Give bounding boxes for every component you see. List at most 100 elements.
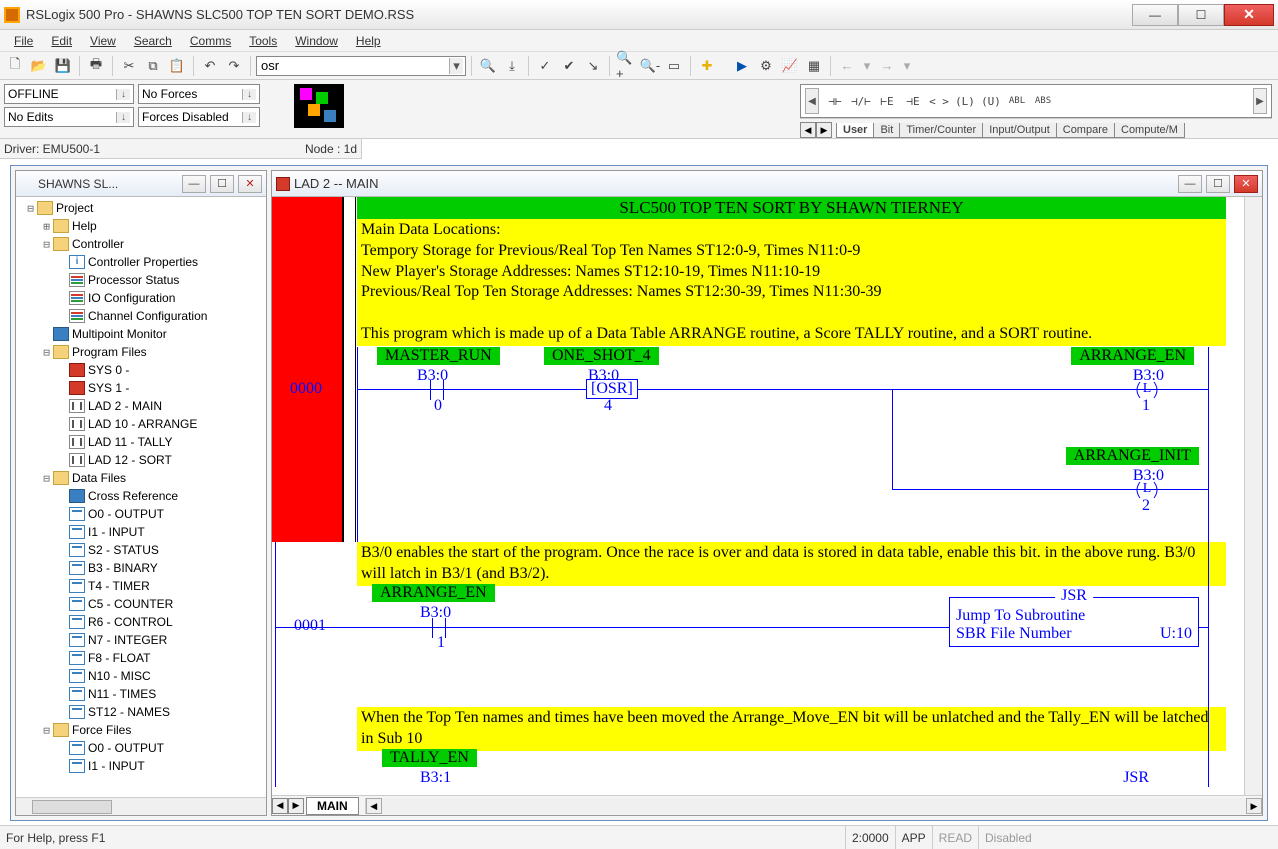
menu-file[interactable]: File xyxy=(6,32,41,50)
back-menu-button[interactable]: ▾ xyxy=(860,55,874,77)
tree-node[interactable]: ⊟Controller xyxy=(18,235,264,253)
search-combo[interactable]: osr ▾ xyxy=(256,56,466,76)
tree-node[interactable]: N7 - INTEGER xyxy=(18,631,264,649)
print-button[interactable]: 🖶 xyxy=(85,55,107,77)
palette-item-abs[interactable]: ABS xyxy=(1033,96,1053,106)
verify-file-button[interactable]: ✔ xyxy=(558,55,580,77)
forward-button[interactable]: → xyxy=(876,55,898,77)
tree-node[interactable]: N10 - MISC xyxy=(18,667,264,685)
tree-node[interactable]: Cross Reference xyxy=(18,487,264,505)
tree-node[interactable]: LAD 11 - TALLY xyxy=(18,433,264,451)
tree-twisty[interactable]: ⊟ xyxy=(40,346,53,359)
palette-tab-next[interactable]: ▶ xyxy=(816,122,832,138)
add-button[interactable]: ✚ xyxy=(696,55,718,77)
ladder-close-button[interactable]: ✕ xyxy=(1234,175,1258,193)
ladder-canvas[interactable]: 0000 SLC500 TOP TEN SORT BY SHAWN TIERNE… xyxy=(272,197,1244,795)
find-button[interactable]: 🔍 xyxy=(477,55,499,77)
undo-button[interactable]: ↶ xyxy=(199,55,221,77)
tree-node[interactable]: I1 - INPUT xyxy=(18,523,264,541)
find-next-button[interactable]: ⤓ xyxy=(501,55,523,77)
window-button[interactable]: ▭ xyxy=(663,55,685,77)
forces-enabled-combo[interactable]: Forces Disabled↓ xyxy=(138,107,260,127)
ladder-tab-main[interactable]: MAIN xyxy=(306,797,359,815)
tree-node[interactable]: ⊟Data Files xyxy=(18,469,264,487)
palette-tab-timer[interactable]: Timer/Counter xyxy=(899,123,983,138)
palette-tab-compute[interactable]: Compute/M xyxy=(1114,123,1185,138)
edits-status-combo[interactable]: No Edits↓ xyxy=(4,107,134,127)
verify-rung-button[interactable]: ✓ xyxy=(534,55,556,77)
tree-node[interactable]: O0 - OUTPUT xyxy=(18,505,264,523)
tree-node[interactable]: ⊟Program Files xyxy=(18,343,264,361)
rung-0[interactable]: 0000 SLC500 TOP TEN SORT BY SHAWN TIERNE… xyxy=(272,197,1244,542)
tree-twisty[interactable]: ⊟ xyxy=(40,238,53,251)
ladder-maximize-button[interactable]: ☐ xyxy=(1206,175,1230,193)
palette-item-xio[interactable]: ⊣/⊢ xyxy=(851,95,871,108)
tree-maximize-button[interactable]: ☐ xyxy=(210,175,234,193)
paste-button[interactable]: 📋 xyxy=(166,55,188,77)
close-button[interactable]: ✕ xyxy=(1224,4,1274,26)
palette-item-xic[interactable]: ⊣⊢ xyxy=(825,95,845,108)
back-button[interactable]: ← xyxy=(836,55,858,77)
menu-comms[interactable]: Comms xyxy=(182,32,239,50)
forces-status-combo[interactable]: No Forces↓ xyxy=(138,84,260,104)
osr-instruction[interactable]: [OSR] xyxy=(586,379,638,399)
copy-button[interactable]: ⧉ xyxy=(142,55,164,77)
project-tree[interactable]: ⊟Project⊞Help⊟Controller iController Pro… xyxy=(16,197,266,797)
tree-node[interactable]: ⊟Force Files xyxy=(18,721,264,739)
goto-button[interactable]: ↘ xyxy=(582,55,604,77)
palette-tab-io[interactable]: Input/Output xyxy=(982,123,1057,138)
tree-node[interactable]: SYS 0 - xyxy=(18,361,264,379)
tree-node[interactable]: C5 - COUNTER xyxy=(18,595,264,613)
tree-node[interactable]: LAD 2 - MAIN xyxy=(18,397,264,415)
tree-close-button[interactable]: ✕ xyxy=(238,175,262,193)
menu-edit[interactable]: Edit xyxy=(43,32,80,50)
palette-scroll-right[interactable]: ▶ xyxy=(1253,88,1267,114)
tree-node[interactable]: R6 - CONTROL xyxy=(18,613,264,631)
menu-tools[interactable]: Tools xyxy=(241,32,285,50)
tree-node[interactable]: iController Properties xyxy=(18,253,264,271)
minimize-button[interactable]: — xyxy=(1132,4,1178,26)
menu-search[interactable]: Search xyxy=(126,32,180,50)
tree-node[interactable]: N11 - TIMES xyxy=(18,685,264,703)
tool-a-button[interactable]: ⚙ xyxy=(755,55,777,77)
tree-node[interactable]: F8 - FLOAT xyxy=(18,649,264,667)
redo-button[interactable]: ↷ xyxy=(223,55,245,77)
ladder-tab-next[interactable]: ▶ xyxy=(288,798,304,814)
cut-button[interactable]: ✂ xyxy=(118,55,140,77)
palette-scroll-left[interactable]: ◀ xyxy=(805,88,819,114)
palette-item-branch[interactable]: < > xyxy=(929,95,949,108)
maximize-button[interactable]: ☐ xyxy=(1178,4,1224,26)
new-button[interactable]: 🗋 xyxy=(4,55,26,77)
rung-1[interactable]: 0001 B3/0 enables the start of the progr… xyxy=(272,542,1244,707)
menu-window[interactable]: Window xyxy=(287,32,346,50)
tree-twisty[interactable]: ⊟ xyxy=(40,472,53,485)
tree-node[interactable]: ST12 - NAMES xyxy=(18,703,264,721)
menu-view[interactable]: View xyxy=(82,32,124,50)
rung-2[interactable]: When the Top Ten names and times have be… xyxy=(272,707,1244,787)
menu-help[interactable]: Help xyxy=(348,32,389,50)
online-status-combo[interactable]: OFFLINE↓ xyxy=(4,84,134,104)
tree-twisty[interactable]: ⊟ xyxy=(24,202,37,215)
tree-node[interactable]: LAD 12 - SORT xyxy=(18,451,264,469)
tree-node[interactable]: Multipoint Monitor xyxy=(18,325,264,343)
tree-node[interactable]: S2 - STATUS xyxy=(18,541,264,559)
open-button[interactable]: 📂 xyxy=(28,55,50,77)
ladder-minimize-button[interactable]: — xyxy=(1178,175,1202,193)
tree-node[interactable]: ⊞Help xyxy=(18,217,264,235)
tree-node[interactable]: IO Configuration xyxy=(18,289,264,307)
palette-tab-prev[interactable]: ◀ xyxy=(800,122,816,138)
palette-item-abl[interactable]: ABL xyxy=(1007,96,1027,106)
tree-node[interactable]: T4 - TIMER xyxy=(18,577,264,595)
tool-b-button[interactable]: 📈 xyxy=(779,55,801,77)
tool-c-button[interactable]: ▦ xyxy=(803,55,825,77)
ladder-h-scrollbar[interactable]: ◀▶ xyxy=(365,798,1262,814)
tree-twisty[interactable]: ⊟ xyxy=(40,724,53,737)
tree-node[interactable]: B3 - BINARY xyxy=(18,559,264,577)
palette-tab-compare[interactable]: Compare xyxy=(1056,123,1115,138)
palette-item-unlatch[interactable]: (U) xyxy=(981,95,1001,108)
tree-node[interactable]: Channel Configuration xyxy=(18,307,264,325)
zoom-out-button[interactable]: 🔍- xyxy=(639,55,661,77)
tree-h-scrollbar[interactable] xyxy=(16,797,266,815)
palette-tab-user[interactable]: User xyxy=(836,123,874,138)
tree-node[interactable]: LAD 10 - ARRANGE xyxy=(18,415,264,433)
